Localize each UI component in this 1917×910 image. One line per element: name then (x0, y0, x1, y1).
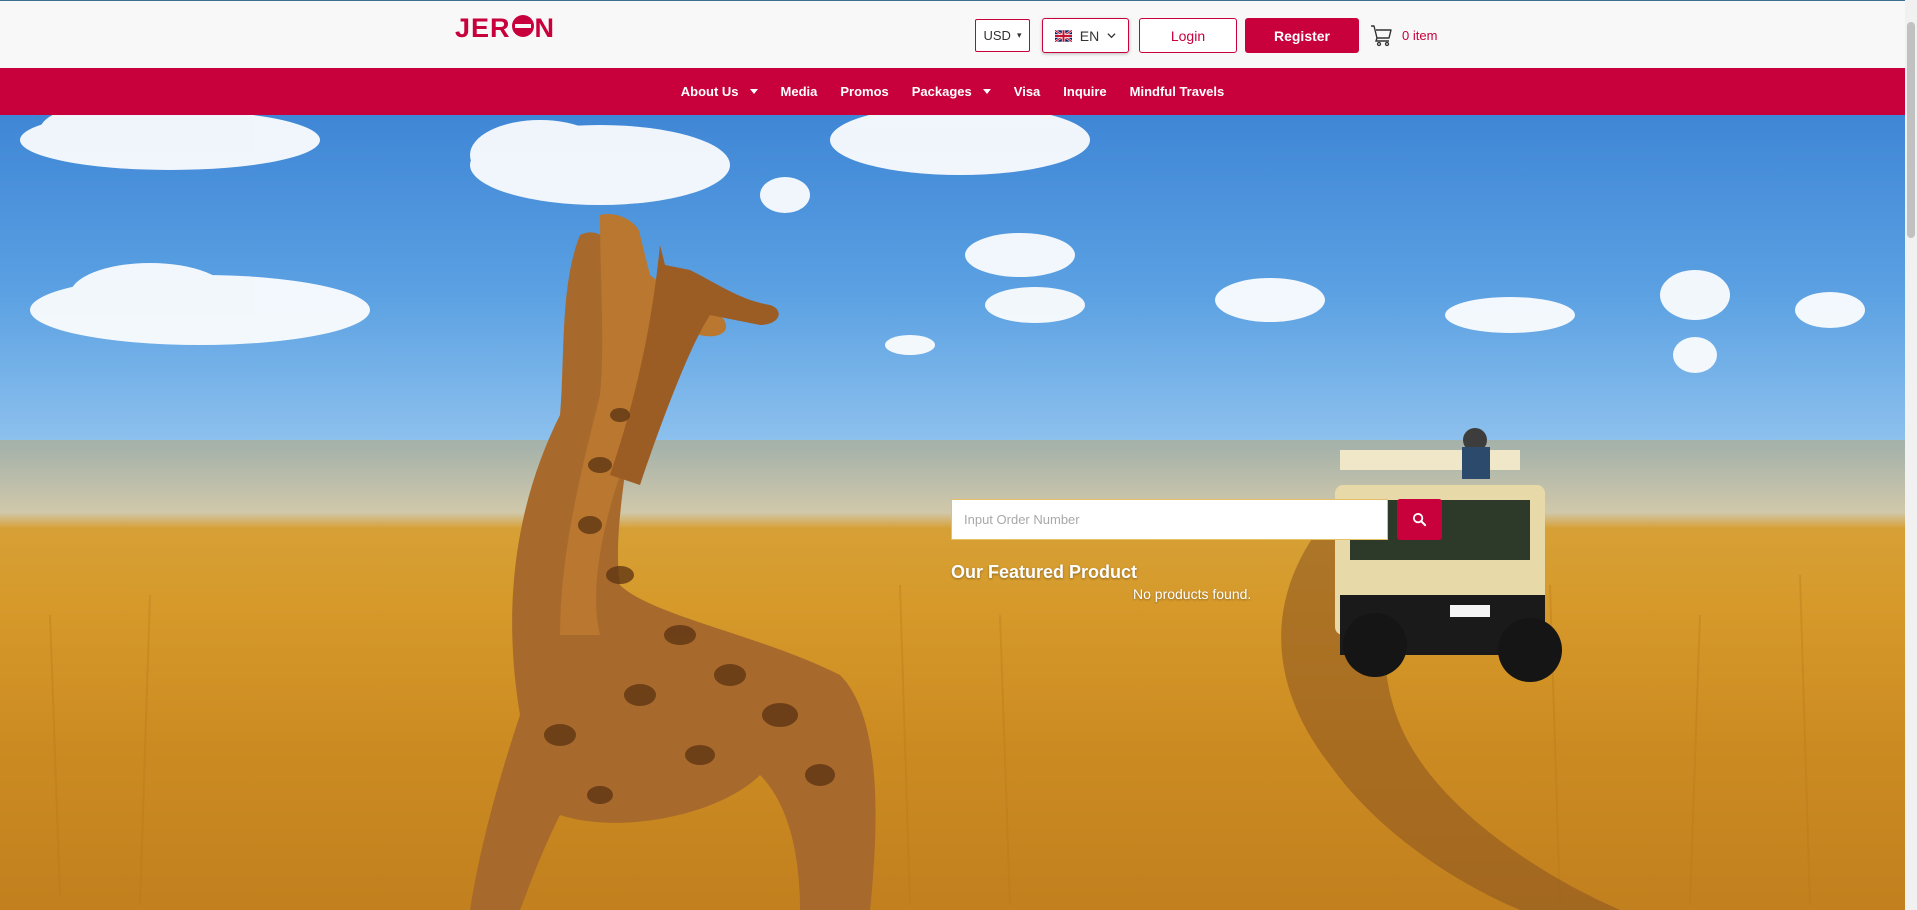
featured-product-heading: Our Featured Product (951, 562, 1138, 582)
logo-text: JER N (455, 12, 556, 43)
cart-link[interactable]: 0 item (1370, 22, 1437, 48)
caret-down-icon: ▾ (1016, 30, 1022, 40)
nav-item-label: Inquire (1063, 84, 1107, 99)
cart-count: 0 item (1402, 27, 1438, 43)
nav-item-mindful-travels[interactable]: Mindful Travels (1130, 84, 1225, 99)
caret-down-icon (749, 89, 758, 94)
nav-item-label: Visa (1013, 84, 1041, 99)
nav-item-media[interactable]: Media (781, 84, 818, 99)
nav-item-label: Promos (840, 84, 889, 99)
nav-item-label: About Us (680, 84, 739, 99)
hero-banner: Our Featured Product No products found. (0, 115, 1905, 910)
caret-down-icon (982, 89, 991, 94)
nav-item-packages[interactable]: Packages (912, 84, 991, 99)
scrollbar-thumb[interactable] (1907, 22, 1915, 238)
nav-item-promos[interactable]: Promos (840, 84, 888, 99)
main-nav: About Us Media Promos Packages Visa Inqu… (0, 68, 1905, 115)
register-button[interactable]: Register (1245, 18, 1359, 53)
search-icon (1412, 512, 1427, 527)
page-scrollbar[interactable] (1905, 0, 1917, 910)
search-button[interactable] (1397, 499, 1442, 540)
chevron-down-icon (1107, 33, 1116, 39)
login-button[interactable]: Login (1139, 18, 1237, 53)
cart-icon (1371, 25, 1392, 47)
site-logo[interactable]: JER N (455, 13, 555, 43)
empty-products-message: No products found. (1133, 586, 1252, 602)
nav-item-inquire[interactable]: Inquire (1063, 84, 1106, 99)
nav-item-about-us[interactable]: About Us (681, 84, 758, 99)
nav-item-visa[interactable]: Visa (1014, 84, 1041, 99)
nav-item-label: Packages (911, 84, 972, 99)
currency-value: USD (983, 28, 1011, 43)
language-value: EN (1079, 27, 1100, 44)
currency-selector[interactable]: USD ▾ (975, 19, 1030, 52)
site-header: JER N USD ▾ EN Login Register 0 item (0, 0, 1905, 68)
language-selector[interactable]: EN (1042, 18, 1129, 53)
nav-item-label: Mindful Travels (1129, 84, 1225, 99)
order-number-input[interactable] (951, 499, 1388, 540)
nav-item-label: Media (780, 84, 818, 99)
uk-flag-icon (1054, 29, 1072, 42)
order-search-form (951, 499, 1444, 540)
